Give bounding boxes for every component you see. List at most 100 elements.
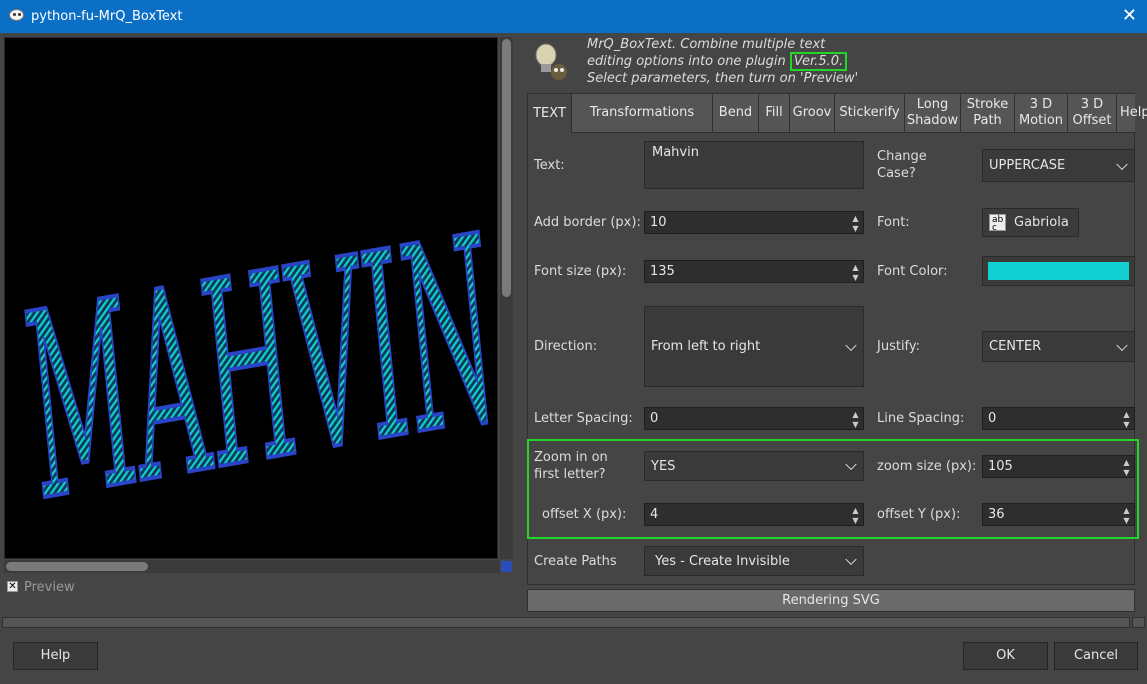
- scroll-corner: [501, 561, 512, 572]
- tab-transformations[interactable]: Transformations: [572, 93, 713, 133]
- spin-up-icon[interactable]: ▲: [1121, 410, 1132, 420]
- tab-stroke-path[interactable]: Stroke Path: [961, 93, 1015, 133]
- tab-long-shadow[interactable]: Long Shadow: [905, 93, 961, 133]
- font-name: Gabriola: [1014, 215, 1069, 230]
- chevron-down-icon: [845, 553, 857, 566]
- plugin-description: MrQ_BoxText. Combine multiple text editi…: [587, 36, 858, 87]
- line-spacing-spinner[interactable]: ▲ ▼: [1121, 410, 1132, 430]
- tab-stickerify[interactable]: Stickerify: [835, 93, 905, 133]
- offset-x-value: 4: [650, 507, 659, 522]
- font-label: Font:: [877, 215, 910, 230]
- direction-value: From left to right: [651, 339, 761, 354]
- dialog-scrollbar[interactable]: [2, 617, 1130, 628]
- spin-down-icon[interactable]: ▼: [850, 516, 861, 526]
- paths-value: Yes - Create Invisible: [655, 553, 790, 569]
- spin-up-icon[interactable]: ▲: [850, 214, 861, 224]
- border-value: 10: [650, 215, 667, 230]
- font-color-swatch: [988, 262, 1129, 280]
- offset-x-label: offset X (px):: [542, 507, 627, 522]
- justify-value: CENTER: [989, 339, 1042, 354]
- offset-y-input[interactable]: 36 ▲ ▼: [982, 503, 1135, 526]
- tab-3d-offset[interactable]: 3 D Offset: [1068, 93, 1117, 133]
- tab-fill[interactable]: Fill: [759, 93, 790, 133]
- spin-up-icon[interactable]: ▲: [850, 506, 861, 516]
- justify-label: Justify:: [877, 339, 921, 354]
- gimp-icon: [9, 9, 24, 21]
- offset-x-spinner[interactable]: ▲ ▼: [850, 506, 861, 526]
- tab-groov[interactable]: Groov: [790, 93, 835, 133]
- border-label: Add border (px):: [534, 215, 641, 230]
- offset-x-input[interactable]: 4 ▲ ▼: [644, 503, 864, 526]
- letter-spacing-label: Letter Spacing:: [534, 411, 633, 426]
- help-button[interactable]: Help: [13, 642, 98, 670]
- fontcolor-label: Font Color:: [877, 264, 948, 279]
- spin-up-icon[interactable]: ▲: [850, 410, 861, 420]
- line-spacing-input[interactable]: 0 ▲ ▼: [982, 407, 1135, 430]
- justify-select[interactable]: CENTER: [982, 331, 1135, 362]
- chevron-down-icon: [845, 458, 857, 471]
- dialog-scrollbar-end[interactable]: [1132, 617, 1145, 628]
- chevron-down-icon: [845, 339, 857, 351]
- close-icon[interactable]: ✕: [1122, 5, 1137, 26]
- lightbulb-icon: [535, 43, 567, 80]
- preview-horizontal-scrollbar[interactable]: [4, 560, 500, 573]
- progress-text: Rendering SVG: [782, 593, 880, 608]
- border-input[interactable]: 10 ▲ ▼: [644, 211, 864, 234]
- spin-down-icon[interactable]: ▼: [1121, 516, 1132, 526]
- zoom-value: YES: [651, 458, 676, 474]
- version-highlight: Ver.5.0.: [789, 52, 848, 71]
- title-bar: python-fu-MrQ_BoxText ✕: [0, 0, 1147, 33]
- spin-up-icon[interactable]: ▲: [1121, 506, 1132, 516]
- chevron-down-icon: [1116, 339, 1128, 351]
- preview-vertical-scrollbar[interactable]: [500, 37, 513, 559]
- tab-3d-motion[interactable]: 3 D Motion: [1015, 93, 1068, 133]
- spin-up-icon[interactable]: ▲: [850, 263, 861, 273]
- change-case-select[interactable]: UPPERCASE: [982, 149, 1135, 182]
- description-line-2: editing options into one plugin Ver.5.0.: [587, 52, 858, 71]
- offset-y-value: 36: [988, 507, 1005, 522]
- fontsize-input[interactable]: 135 ▲ ▼: [644, 260, 864, 283]
- change-case-value: UPPERCASE: [989, 158, 1066, 173]
- zoom-size-spinner[interactable]: ▲ ▼: [1121, 458, 1132, 478]
- tab-text[interactable]: TEXT: [527, 93, 572, 133]
- fontsize-label: Font size (px):: [534, 264, 627, 279]
- text-label: Text:: [534, 158, 565, 173]
- direction-select[interactable]: From left to right: [644, 306, 864, 387]
- preview-canvas: MAHVIN: [4, 37, 498, 559]
- text-input[interactable]: Mahvin: [644, 141, 864, 189]
- zoom-size-label: zoom size (px):: [877, 459, 977, 474]
- description-line-3: Select parameters, then turn on 'Preview…: [587, 71, 859, 86]
- spin-down-icon[interactable]: ▼: [1121, 468, 1132, 478]
- offset-y-label: offset Y (px):: [877, 507, 961, 522]
- letter-spacing-spinner[interactable]: ▲ ▼: [850, 410, 861, 430]
- offset-y-spinner[interactable]: ▲ ▼: [1121, 506, 1132, 526]
- direction-label: Direction:: [534, 339, 598, 354]
- spin-down-icon[interactable]: ▼: [850, 273, 861, 283]
- progress-bar: Rendering SVG: [527, 589, 1135, 612]
- zoom-select[interactable]: YES: [644, 451, 864, 481]
- line-spacing-value: 0: [988, 411, 997, 426]
- fontsize-value: 135: [650, 264, 675, 279]
- tab-bend[interactable]: Bend: [713, 93, 759, 133]
- font-color-button[interactable]: [982, 256, 1135, 286]
- tab-help[interactable]: Help: [1117, 93, 1147, 133]
- spin-down-icon[interactable]: ▼: [1121, 420, 1132, 430]
- description-line-1: MrQ_BoxText. Combine multiple text: [587, 37, 826, 52]
- font-icon: ab c: [989, 214, 1006, 233]
- letter-spacing-input[interactable]: 0 ▲ ▼: [644, 407, 864, 430]
- ok-button[interactable]: OK: [963, 642, 1048, 670]
- paths-label: Create Paths: [534, 554, 617, 569]
- fontsize-spinner[interactable]: ▲ ▼: [850, 263, 861, 283]
- paths-select[interactable]: Yes - Create Invisible: [644, 546, 864, 576]
- change-case-label: Change Case?: [877, 149, 927, 181]
- border-spinner[interactable]: ▲ ▼: [850, 214, 861, 234]
- zoom-size-value: 105: [988, 459, 1013, 474]
- cancel-button[interactable]: Cancel: [1054, 642, 1138, 670]
- font-button[interactable]: ab c Gabriola: [982, 208, 1079, 237]
- spin-up-icon[interactable]: ▲: [1121, 458, 1132, 468]
- checkbox-icon[interactable]: ✕: [7, 581, 18, 592]
- preview-artwork: MAHVIN: [5, 180, 497, 558]
- zoom-size-input[interactable]: 105 ▲ ▼: [982, 455, 1135, 478]
- spin-down-icon[interactable]: ▼: [850, 420, 861, 430]
- spin-down-icon[interactable]: ▼: [850, 224, 861, 234]
